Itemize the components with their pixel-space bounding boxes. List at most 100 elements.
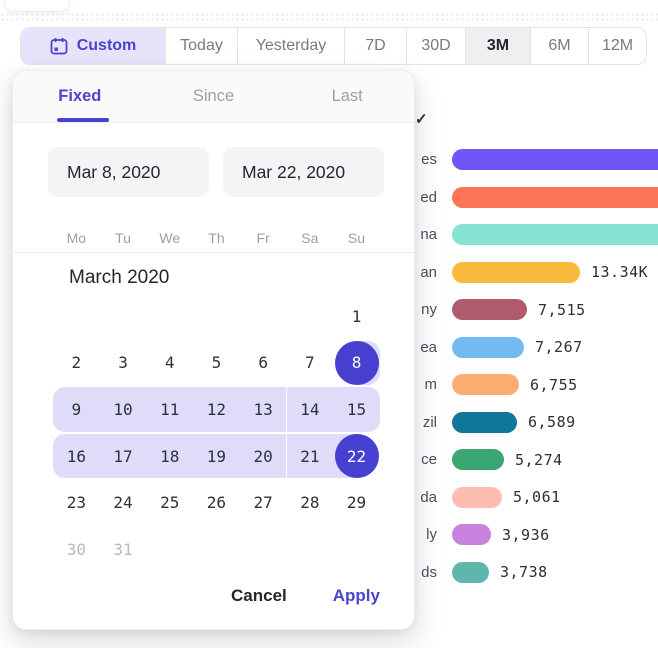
day-cell-10[interactable]: 10: [100, 386, 147, 433]
day-cell-25[interactable]: 25: [146, 479, 193, 526]
bar[interactable]: [452, 374, 519, 395]
empty-cell: [53, 293, 100, 340]
month-label: March 2020: [69, 261, 169, 295]
empty-cell: [146, 293, 193, 340]
range-segment-12m[interactable]: 12M: [589, 28, 646, 64]
day-number: 24: [113, 493, 132, 512]
day-cell-22[interactable]: 22: [333, 433, 380, 480]
day-number: 19: [207, 447, 226, 466]
bar-value: 5,061: [513, 479, 561, 517]
day-cell-16[interactable]: 16: [53, 433, 100, 480]
calendar-icon: [50, 37, 68, 55]
day-cell-30: 30: [53, 526, 100, 573]
day-cell-13[interactable]: 13: [240, 386, 287, 433]
bar[interactable]: [452, 449, 504, 470]
day-cell-31: 31: [100, 526, 147, 573]
empty-cell: [333, 526, 380, 573]
tab-label: Since: [193, 87, 234, 106]
background-card-remnant: [4, 0, 70, 12]
range-segment-3m[interactable]: 3M: [466, 28, 531, 64]
bar[interactable]: [452, 412, 517, 433]
bar-value: 6,589: [528, 404, 576, 442]
day-number: 31: [113, 540, 132, 559]
day-cell-29[interactable]: 29: [333, 479, 380, 526]
range-segment-7d[interactable]: 7D: [345, 28, 407, 64]
day-number: 25: [160, 493, 179, 512]
day-number: 10: [113, 400, 132, 419]
range-segment-custom[interactable]: Custom: [21, 28, 166, 64]
day-number: 3: [118, 353, 128, 372]
calendar-week-row: 1: [53, 293, 380, 340]
weekday-label: Fr: [240, 223, 287, 252]
calendar-week-row: 23 24 25 26 27 2829: [53, 479, 380, 526]
bar[interactable]: [452, 262, 580, 283]
day-cell-14[interactable]: 14: [287, 386, 334, 433]
end-date-input[interactable]: Mar 22, 2020: [223, 147, 384, 197]
day-cell-4[interactable]: 4: [146, 340, 193, 387]
day-cell-11[interactable]: 11: [146, 386, 193, 433]
range-segment-yesterday[interactable]: Yesterday: [238, 28, 345, 64]
bar[interactable]: [452, 149, 658, 170]
bar[interactable]: [452, 562, 489, 583]
day-cell-2[interactable]: 2: [53, 340, 100, 387]
day-cell-23[interactable]: 23: [53, 479, 100, 526]
day-cell-27[interactable]: 27: [240, 479, 287, 526]
day-cell-6[interactable]: 6: [240, 340, 287, 387]
weekday-label: Th: [193, 223, 240, 252]
day-number: 15: [347, 400, 366, 419]
day-number: 17: [113, 447, 132, 466]
bar[interactable]: [452, 487, 502, 508]
segment-label: Custom: [77, 37, 137, 55]
empty-cell: [146, 526, 193, 573]
day-cell-24[interactable]: 24: [100, 479, 147, 526]
day-number: 27: [254, 493, 273, 512]
tab-fixed[interactable]: Fixed: [13, 71, 147, 122]
tab-since[interactable]: Since: [147, 71, 281, 122]
day-number: 4: [165, 353, 175, 372]
day-cell-12[interactable]: 12: [193, 386, 240, 433]
tab-last[interactable]: Last: [280, 71, 414, 122]
bar[interactable]: [452, 187, 658, 208]
apply-button[interactable]: Apply: [333, 586, 380, 606]
bar[interactable]: [452, 524, 491, 545]
day-number: 12: [207, 400, 226, 419]
day-cell-19[interactable]: 19: [193, 433, 240, 480]
day-cell-28[interactable]: 28: [287, 479, 334, 526]
day-cell-26[interactable]: 26: [193, 479, 240, 526]
day-cell-5[interactable]: 5: [193, 340, 240, 387]
bar[interactable]: [452, 337, 524, 358]
day-number: 14: [300, 400, 319, 419]
check-icon: ✓: [415, 110, 428, 128]
bar[interactable]: [452, 299, 527, 320]
day-cell-21[interactable]: 21: [287, 433, 334, 480]
empty-cell: [240, 526, 287, 573]
day-cell-3[interactable]: 3: [100, 340, 147, 387]
day-cell-17[interactable]: 17: [100, 433, 147, 480]
day-cell-1[interactable]: 1: [333, 293, 380, 340]
cancel-button[interactable]: Cancel: [231, 586, 287, 606]
bar-value: 6,755: [530, 366, 578, 404]
bar[interactable]: [452, 224, 658, 245]
date-mode-tabs: Fixed Since Last: [13, 71, 414, 123]
day-cell-18[interactable]: 18: [146, 433, 193, 480]
segment-label: 30D: [421, 37, 450, 55]
start-date-input[interactable]: Mar 8, 2020: [48, 147, 209, 197]
bar-value: 7,267: [535, 329, 583, 367]
date-range-toolbar: Custom TodayYesterday7D 30D 3M6M 12M: [20, 27, 647, 65]
day-cell-8[interactable]: 8: [333, 340, 380, 387]
range-segment-today[interactable]: Today: [166, 28, 238, 64]
dotted-texture-band: [0, 12, 658, 21]
calendar-week-row: 30 31: [53, 526, 380, 573]
day-number: 2: [72, 353, 82, 372]
day-cell-15[interactable]: 15: [333, 386, 380, 433]
day-cell-9[interactable]: 9: [53, 386, 100, 433]
day-cell-20[interactable]: 20: [240, 433, 287, 480]
day-cell-7[interactable]: 7: [287, 340, 334, 387]
calendar-grid: 1234567891011121314151617181920212223242…: [53, 293, 380, 573]
range-segment-6m[interactable]: 6M: [531, 28, 589, 64]
calendar-week-row: 16 17 18 19 202122: [53, 433, 380, 480]
empty-cell: [193, 293, 240, 340]
bar-value: 3,936: [502, 516, 550, 554]
segment-label: 12M: [602, 37, 633, 55]
range-segment-30d[interactable]: 30D: [407, 28, 466, 64]
